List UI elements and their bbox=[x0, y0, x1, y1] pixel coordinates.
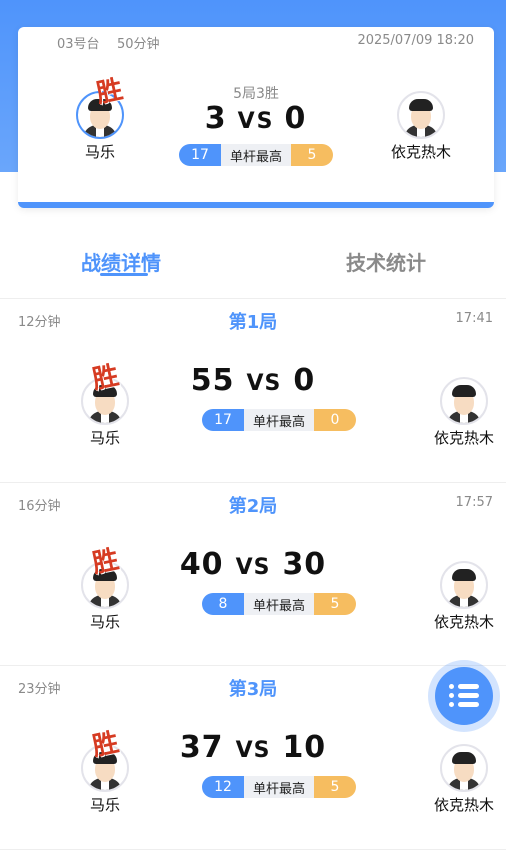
player-name: 马乐 bbox=[89, 796, 120, 814]
highest-break-right: 5 bbox=[291, 144, 333, 166]
divider bbox=[0, 849, 506, 850]
tab-details[interactable]: 战绩详情 bbox=[81, 247, 161, 276]
player-name: 依克热木 bbox=[433, 429, 494, 447]
list-menu-icon bbox=[435, 667, 493, 725]
highest-break-bar: 17 单杆最高 0 bbox=[202, 409, 356, 431]
avatar bbox=[440, 744, 488, 792]
player-name: 依克热木 bbox=[390, 143, 451, 161]
left-score: 3 bbox=[204, 101, 228, 136]
player-name: 马乐 bbox=[84, 143, 115, 161]
highest-break-bar: 17 单杆最高 5 bbox=[179, 144, 333, 166]
floating-menu-button[interactable] bbox=[428, 660, 500, 732]
player-name: 马乐 bbox=[89, 613, 120, 631]
game-title: 第2局 bbox=[228, 496, 278, 517]
game-time: 17:41 bbox=[455, 311, 493, 326]
highest-break-left: 17 bbox=[202, 409, 244, 431]
highest-break-right: 5 bbox=[314, 776, 356, 798]
right-player[interactable]: 依克热木 bbox=[378, 91, 464, 162]
avatar bbox=[397, 91, 445, 139]
right-score: 30 bbox=[282, 547, 327, 582]
right-score: 0 bbox=[284, 101, 308, 136]
game-time: 17:57 bbox=[455, 495, 493, 510]
highest-break-right: 0 bbox=[314, 409, 356, 431]
tab-active-indicator bbox=[100, 273, 148, 276]
left-score: 55 bbox=[190, 363, 235, 398]
match-duration: 50分钟 bbox=[117, 37, 160, 52]
right-player[interactable]: 依克热木 bbox=[422, 377, 506, 448]
player-name: 依克热木 bbox=[433, 613, 494, 631]
table-number: 03号台 bbox=[57, 37, 100, 52]
game-title: 第1局 bbox=[228, 312, 278, 333]
tab-stats[interactable]: 技术统计 bbox=[346, 247, 426, 276]
avatar bbox=[440, 377, 488, 425]
highest-break-label: 单杆最高 bbox=[221, 144, 291, 166]
highest-break-label: 单杆最高 bbox=[244, 409, 314, 431]
vs-label: VS bbox=[235, 738, 271, 763]
left-score: 37 bbox=[179, 730, 224, 765]
tab-bar: 战绩详情 技术统计 bbox=[0, 232, 506, 292]
right-score: 0 bbox=[293, 363, 316, 398]
right-player[interactable]: 依克热木 bbox=[422, 561, 506, 632]
highest-break-bar: 12 单杆最高 5 bbox=[202, 776, 356, 798]
highest-break-label: 单杆最高 bbox=[244, 593, 314, 615]
vs-label: VS bbox=[237, 109, 275, 134]
player-name: 依克热木 bbox=[433, 796, 494, 814]
highest-break-left: 8 bbox=[202, 593, 244, 615]
page: 03号台 50分钟 2025/07/09 18:20 马乐 胜 5局3胜 3 VS… bbox=[0, 0, 506, 852]
highest-break-left: 12 bbox=[202, 776, 244, 798]
left-score: 40 bbox=[179, 547, 224, 582]
right-score: 10 bbox=[282, 730, 327, 765]
highest-break-label: 单杆最高 bbox=[244, 776, 314, 798]
vs-label: VS bbox=[246, 371, 282, 396]
vs-label: VS bbox=[235, 555, 271, 580]
game-card[interactable]: 16分钟 第2局 17:57 马乐 胜 40 VS 30 8 单杆最高 5 依克热木 bbox=[0, 483, 506, 666]
game-card[interactable]: 12分钟 第1局 17:41 马乐 胜 55 VS 0 17 单杆最高 0 依克热木 bbox=[0, 299, 506, 482]
player-name: 马乐 bbox=[89, 429, 120, 447]
avatar bbox=[440, 561, 488, 609]
card-accent-bar bbox=[18, 202, 494, 208]
highest-break-right: 5 bbox=[314, 593, 356, 615]
right-player[interactable]: 依克热木 bbox=[422, 744, 506, 815]
highest-break-bar: 8 单杆最高 5 bbox=[202, 593, 356, 615]
match-datetime: 2025/07/09 18:20 bbox=[357, 33, 474, 48]
highest-break-left: 17 bbox=[179, 144, 221, 166]
match-summary-card: 03号台 50分钟 2025/07/09 18:20 马乐 胜 5局3胜 3 VS… bbox=[18, 27, 494, 208]
